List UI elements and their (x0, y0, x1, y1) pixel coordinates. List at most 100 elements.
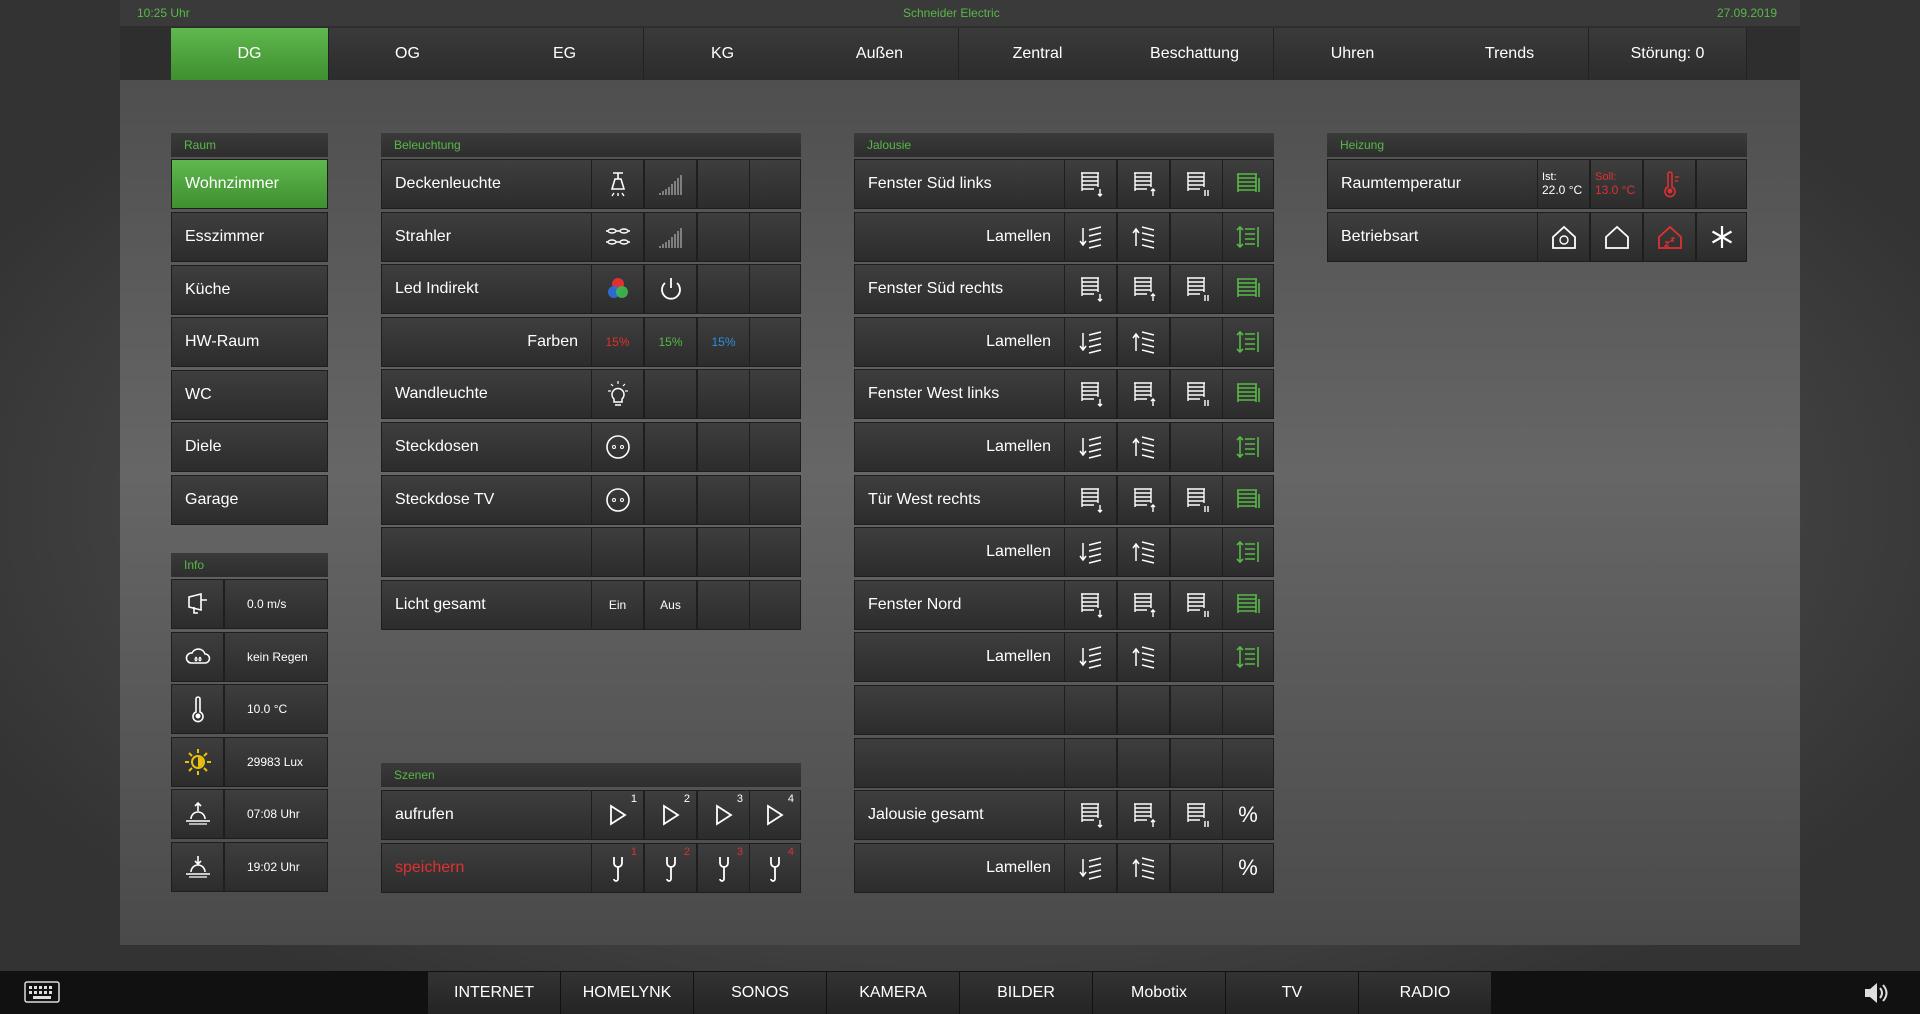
room-kueche[interactable]: Küche (171, 265, 328, 315)
slats-percent-button[interactable]: % (1222, 842, 1274, 893)
tab-kg[interactable]: KG (644, 28, 802, 80)
tab-uhren[interactable]: Uhren (1274, 28, 1432, 80)
blind-up-button[interactable] (1117, 264, 1170, 315)
slats-up-button[interactable] (1117, 422, 1170, 472)
slats-up-button[interactable] (1117, 211, 1170, 262)
scene-call-4-button[interactable]: 4 (749, 790, 801, 840)
slats-position-button[interactable] (1222, 527, 1274, 578)
app-mobotix[interactable]: Mobotix (1093, 972, 1226, 1014)
tab-eg[interactable]: EG (486, 28, 644, 80)
blind-position-button[interactable] (1222, 369, 1274, 420)
slats-position-button[interactable] (1222, 422, 1274, 472)
mode-night-button[interactable] (1643, 212, 1696, 262)
blind-stop-button[interactable] (1170, 264, 1223, 315)
blind-up-button[interactable] (1117, 159, 1170, 209)
room-diele[interactable]: Diele (171, 422, 328, 472)
blind-down-button[interactable] (1064, 790, 1117, 841)
slats-down-button[interactable] (1064, 316, 1117, 367)
blind-up-button[interactable] (1117, 790, 1170, 841)
blind-stop-button[interactable] (1170, 579, 1223, 630)
blind-down-button[interactable] (1064, 579, 1117, 630)
mode-comfort-button[interactable] (1537, 212, 1590, 262)
jalousie-row-label: Fenster Süd rechts (854, 264, 1065, 315)
room-garage[interactable]: Garage (171, 475, 328, 525)
strahler-toggle-button[interactable] (591, 211, 644, 262)
slats-position-button[interactable] (1222, 632, 1274, 683)
all-lights-off-button[interactable]: Aus (644, 579, 697, 630)
slats-up-button[interactable] (1117, 527, 1170, 578)
jalousie-empty-cell (1170, 737, 1223, 788)
slats-up-button[interactable] (1117, 316, 1170, 367)
app-bilder[interactable]: BILDER (960, 972, 1093, 1014)
all-lights-on-button[interactable]: Ein (591, 579, 644, 630)
room-esszimmer[interactable]: Esszimmer (171, 212, 328, 262)
app-homelynk[interactable]: HOMELYNK (561, 972, 694, 1014)
color-green-value[interactable]: 15% (644, 316, 697, 367)
blind-position-button[interactable] (1222, 159, 1274, 209)
scene-save-3-button[interactable]: 3 (697, 842, 750, 893)
led-indirekt-toggle-button[interactable] (591, 264, 644, 315)
slats-position-button[interactable] (1222, 316, 1274, 367)
slats-up-button[interactable] (1117, 632, 1170, 683)
app-radio[interactable]: RADIO (1359, 972, 1492, 1014)
blind-up-button[interactable] (1117, 579, 1170, 630)
blind-down-button[interactable] (1064, 159, 1117, 209)
slats-down-button[interactable] (1064, 842, 1117, 893)
mode-standby-button[interactable] (1590, 212, 1643, 262)
thermometer-setpoint-button[interactable] (1643, 159, 1696, 209)
tab-stoerung[interactable]: Störung: 0 (1589, 28, 1747, 80)
slats-up-button[interactable] (1117, 842, 1170, 893)
app-tv[interactable]: TV (1226, 972, 1359, 1014)
room-wohnzimmer[interactable]: Wohnzimmer (171, 159, 328, 209)
speaker-volume-icon[interactable] (1862, 980, 1890, 1011)
blind-down-button[interactable] (1064, 474, 1117, 525)
tab-og[interactable]: OG (329, 28, 487, 80)
scene-save-2-button[interactable]: 2 (644, 842, 697, 893)
steckdosen-toggle-button[interactable] (591, 422, 644, 472)
color-blue-value[interactable]: 15% (697, 316, 750, 367)
blind-stop-button[interactable] (1170, 159, 1223, 209)
blind-position-button[interactable] (1222, 579, 1274, 630)
slats-down-button[interactable] (1064, 422, 1117, 472)
blind-stop-button[interactable] (1170, 790, 1223, 841)
steckdose-tv-toggle-button[interactable] (591, 474, 644, 525)
slats-position-button[interactable] (1222, 211, 1274, 262)
strahler-dimmer-button[interactable] (644, 211, 697, 262)
deckenleuchte-toggle-button[interactable] (591, 159, 644, 209)
slats-down-button[interactable] (1064, 211, 1117, 262)
tab-beschattung[interactable]: Beschattung (1116, 28, 1274, 80)
tab-aussen[interactable]: Außen (801, 28, 959, 80)
app-internet[interactable]: INTERNET (428, 972, 561, 1014)
scene-save-1-button[interactable]: 1 (591, 842, 644, 893)
blind-up-button[interactable] (1117, 474, 1170, 525)
blind-down-button[interactable] (1064, 369, 1117, 420)
scene-call-1-button[interactable]: 1 (591, 790, 644, 840)
blind-stop-button[interactable] (1170, 369, 1223, 420)
color-red-value[interactable]: 15% (591, 316, 644, 367)
led-indirekt-dimmer-button[interactable] (644, 264, 697, 315)
tab-trends[interactable]: Trends (1431, 28, 1589, 80)
room-hw-raum[interactable]: HW-Raum (171, 317, 328, 367)
wandleuchte-cell-2 (644, 369, 697, 420)
blind-up-button[interactable] (1117, 369, 1170, 420)
keyboard-icon[interactable] (24, 981, 60, 1008)
scene-save-4-button[interactable]: 4 (749, 842, 801, 893)
deckenleuchte-dimmer-button[interactable] (644, 159, 697, 209)
room-wc[interactable]: WC (171, 370, 328, 420)
blind-position-button[interactable] (1222, 264, 1274, 315)
slats-down-button[interactable] (1064, 527, 1117, 578)
blind-percent-button[interactable]: % (1222, 790, 1274, 841)
wandleuchte-toggle-button[interactable] (591, 369, 644, 420)
blind-stop-button[interactable] (1170, 474, 1223, 525)
tab-dg[interactable]: DG (171, 28, 329, 80)
scene-call-2-button[interactable]: 2 (644, 790, 697, 840)
soll-temperature[interactable]: Soll: 13.0 °C (1590, 159, 1643, 209)
app-sonos[interactable]: SONOS (694, 972, 827, 1014)
blind-down-button[interactable] (1064, 264, 1117, 315)
scene-call-3-button[interactable]: 3 (697, 790, 750, 840)
tab-zentral[interactable]: Zentral (959, 28, 1117, 80)
slats-down-button[interactable] (1064, 632, 1117, 683)
mode-frost-button[interactable] (1696, 212, 1747, 262)
blind-position-button[interactable] (1222, 474, 1274, 525)
app-kamera[interactable]: KAMERA (827, 972, 960, 1014)
